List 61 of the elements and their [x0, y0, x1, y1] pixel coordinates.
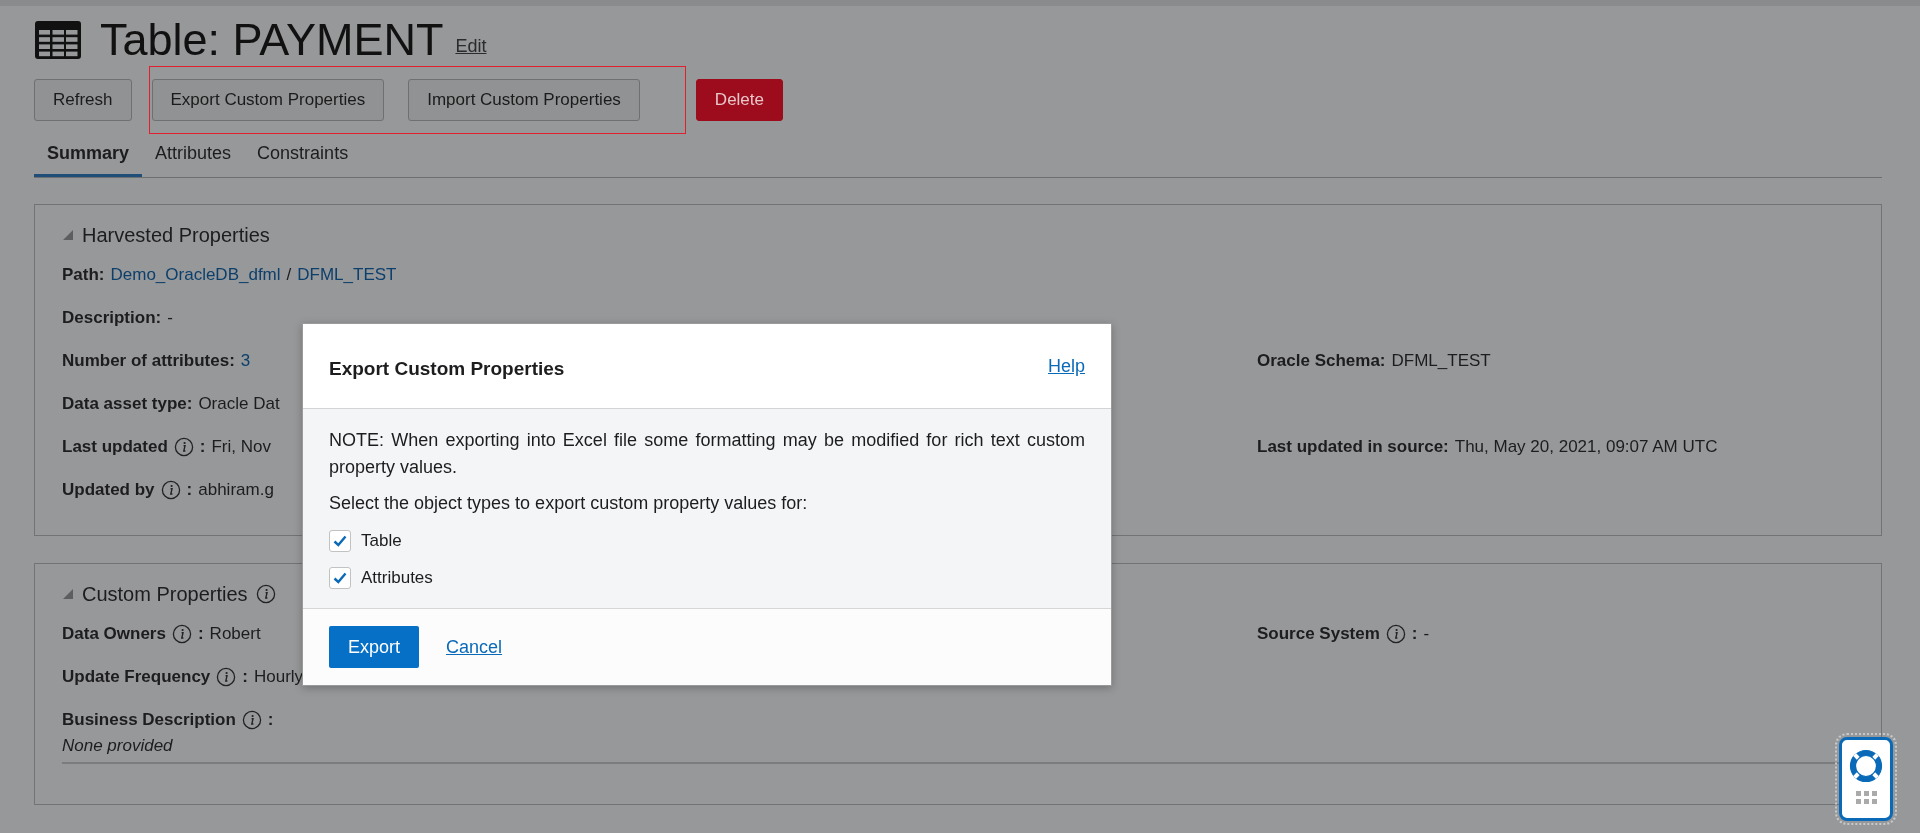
tab[interactable]: Attributes: [142, 134, 245, 177]
property-value: Oracle Dat: [198, 394, 280, 414]
info-icon[interactable]: [241, 710, 262, 730]
checkbox-label: Attributes: [361, 567, 433, 588]
toolbar-button[interactable]: Export Custom Properties: [151, 79, 385, 121]
property-label: Data Owners: [62, 624, 166, 644]
colon-label: :: [199, 437, 206, 457]
property-value: -: [167, 308, 173, 328]
colon-label: :: [197, 624, 204, 644]
property-value: Thu, May 20, 2021, 09:07 AM UTC: [1454, 437, 1718, 457]
page-title: Table: PAYMENT: [100, 14, 444, 66]
property-label: Number of attributes:: [62, 351, 235, 371]
info-icon[interactable]: [1385, 624, 1406, 644]
help-link[interactable]: Help: [1047, 355, 1085, 377]
info-icon[interactable]: [216, 667, 237, 687]
property-label: Path:: [62, 265, 105, 285]
tab[interactable]: Constraints: [244, 134, 362, 177]
property-label: Oracle Schema:: [1257, 351, 1386, 371]
table-icon: [34, 20, 82, 60]
toolbar-button[interactable]: Refresh: [34, 79, 132, 121]
section-title: Custom Properties: [82, 582, 248, 606]
path-link[interactable]: DFML_TEST: [297, 265, 397, 285]
path-separator: /: [286, 265, 292, 285]
property-label: Update Frequency: [62, 667, 211, 687]
property-value-link[interactable]: 3: [240, 351, 251, 371]
property-value: DFML_TEST: [1391, 351, 1491, 371]
toolbar-button[interactable]: Import Custom Properties: [408, 79, 640, 121]
export-button[interactable]: Export: [329, 626, 420, 668]
info-icon[interactable]: [171, 624, 192, 644]
checkbox[interactable]: [329, 566, 351, 589]
property-value: Hourly: [254, 667, 304, 687]
property-label: Description:: [62, 308, 162, 328]
colon-label: :: [267, 710, 274, 730]
property-value: -: [1423, 624, 1430, 644]
property-label: Data asset type:: [62, 394, 193, 414]
delete-button[interactable]: Delete: [695, 79, 783, 121]
checkbox[interactable]: [329, 529, 351, 552]
info-icon[interactable]: [160, 480, 181, 500]
colon-label: :: [186, 480, 193, 500]
tab[interactable]: Summary: [34, 134, 143, 177]
info-icon[interactable]: [173, 437, 194, 457]
property-value: None provided: [62, 736, 174, 756]
path-link[interactable]: Demo_OracleDB_dfml: [110, 265, 281, 285]
cancel-link[interactable]: Cancel: [446, 636, 503, 658]
prompt-text: Select the object types to export custom property values for:: [329, 493, 809, 514]
info-icon[interactable]: [255, 584, 276, 604]
property-value: abhiram.g: [198, 480, 274, 500]
property-label: Updated by: [62, 480, 155, 500]
property-label: Business Description: [62, 710, 236, 730]
note-text: NOTE: When exporting into Excel file some formatting may be modified for rich text custom property values.: [329, 429, 1085, 479]
dialog-title: Export Custom Properties: [329, 358, 565, 380]
property-label: Last updated in source:: [1257, 437, 1449, 457]
section-title: Harvested Properties: [82, 223, 270, 247]
edit-link[interactable]: Edit: [455, 35, 487, 57]
colon-label: :: [242, 667, 248, 687]
property-value: Robert: [209, 624, 261, 644]
property-label: Last updated: [62, 437, 168, 457]
property-value: Fri, Nov: [211, 437, 271, 457]
colon-label: :: [1411, 624, 1418, 644]
checkbox-label: Table: [361, 530, 402, 551]
property-label: Source System: [1257, 624, 1380, 644]
